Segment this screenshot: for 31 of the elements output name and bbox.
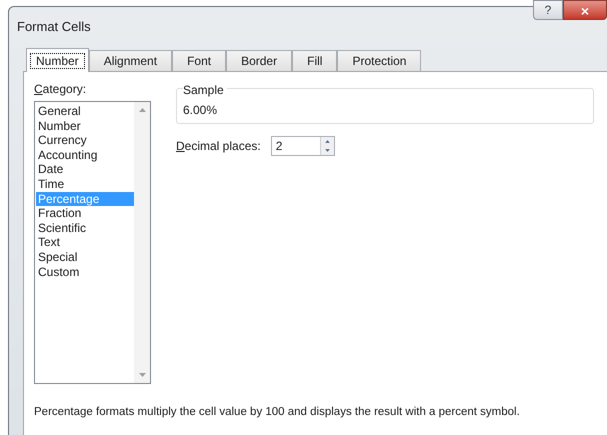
tab[interactable]: Alignment bbox=[88, 50, 172, 71]
list-item[interactable]: Special bbox=[36, 250, 134, 265]
tab[interactable]: Protection bbox=[337, 50, 422, 71]
list-item[interactable]: Text bbox=[36, 235, 134, 250]
scrollbar[interactable] bbox=[134, 102, 150, 383]
help-button[interactable]: ? bbox=[533, 0, 563, 20]
list-item[interactable]: Number bbox=[36, 118, 134, 134]
list-item[interactable]: Currency bbox=[36, 133, 134, 148]
list-item[interactable]: Date bbox=[36, 162, 134, 177]
spin-up-icon[interactable] bbox=[320, 137, 334, 146]
category-label: Category: bbox=[34, 81, 88, 98]
sample-value: 6.00% bbox=[183, 103, 218, 117]
close-button[interactable]: × bbox=[563, 0, 607, 20]
decimal-places-spinner[interactable]: 2 bbox=[270, 136, 335, 156]
tab[interactable]: Fill bbox=[292, 50, 338, 71]
tab[interactable]: Font bbox=[172, 50, 226, 71]
list-item[interactable]: Time bbox=[36, 176, 134, 192]
window-title: Format Cells bbox=[17, 18, 91, 36]
spin-down-icon[interactable] bbox=[320, 146, 334, 155]
tab[interactable]: Border bbox=[226, 50, 292, 71]
category-list[interactable]: General Number Currency Accounting Date Time Percentage Fraction Scientific Text Special Custom bbox=[34, 101, 151, 384]
decimal-places-label: Decimal places: bbox=[176, 138, 261, 155]
scroll-down-icon[interactable] bbox=[138, 373, 146, 377]
description-text: Percentage formats multiply the cell value by 100 and displays the result with a percent symbol. bbox=[34, 405, 521, 420]
list-item[interactable]: Scientific bbox=[36, 220, 134, 236]
list-item[interactable]: Custom bbox=[36, 264, 134, 280]
list-item[interactable]: General bbox=[36, 104, 134, 119]
scroll-up-icon[interactable] bbox=[138, 108, 146, 112]
tab[interactable]: Number bbox=[26, 48, 89, 72]
list-item[interactable]: Accounting bbox=[36, 148, 134, 162]
list-item[interactable]: Fraction bbox=[36, 206, 134, 221]
